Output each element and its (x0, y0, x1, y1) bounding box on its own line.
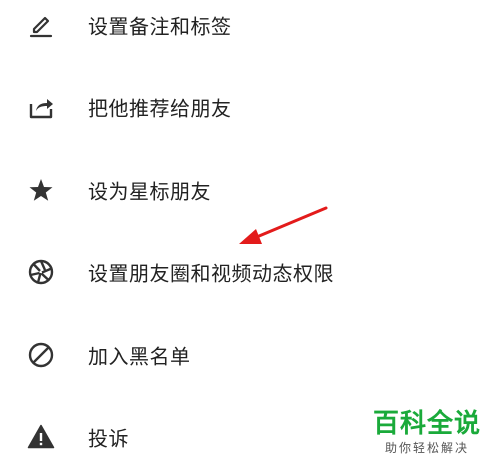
aperture-icon (26, 257, 56, 287)
menu-item-recommend-to-friend[interactable]: 把他推荐给朋友 (0, 76, 500, 138)
menu-item-label: 加入黑名单 (88, 344, 191, 369)
menu-item-set-star-friend[interactable]: 设为星标朋友 (0, 159, 500, 221)
warning-icon (26, 422, 56, 452)
block-icon (26, 340, 56, 370)
watermark-subtitle: 助你轻松解决 (384, 441, 469, 455)
star-icon (26, 175, 56, 205)
share-icon (26, 92, 56, 122)
menu-item-add-to-blacklist[interactable]: 加入黑名单 (0, 324, 500, 386)
menu-item-moments-and-video-permissions[interactable]: 设置朋友圈和视频动态权限 (0, 241, 500, 303)
menu-item-label: 设置朋友圈和视频动态权限 (88, 261, 334, 286)
contact-settings-menu: 设置备注和标签 把他推荐给朋友 设为星标朋友 设置朋友圈和视频动态权限 加入黑名… (0, 0, 500, 464)
menu-item-label: 投诉 (88, 426, 129, 451)
menu-item-label: 设为星标朋友 (88, 179, 211, 204)
watermark-title: 百科全说 (372, 409, 481, 439)
watermark-logo: 百科全说 助你轻松解决 (368, 408, 486, 456)
menu-item-label: 设置备注和标签 (88, 14, 232, 39)
edit-pencil-icon (26, 10, 56, 40)
menu-item-set-remark-and-tags[interactable]: 设置备注和标签 (0, 0, 500, 56)
menu-item-label: 把他推荐给朋友 (88, 96, 232, 121)
